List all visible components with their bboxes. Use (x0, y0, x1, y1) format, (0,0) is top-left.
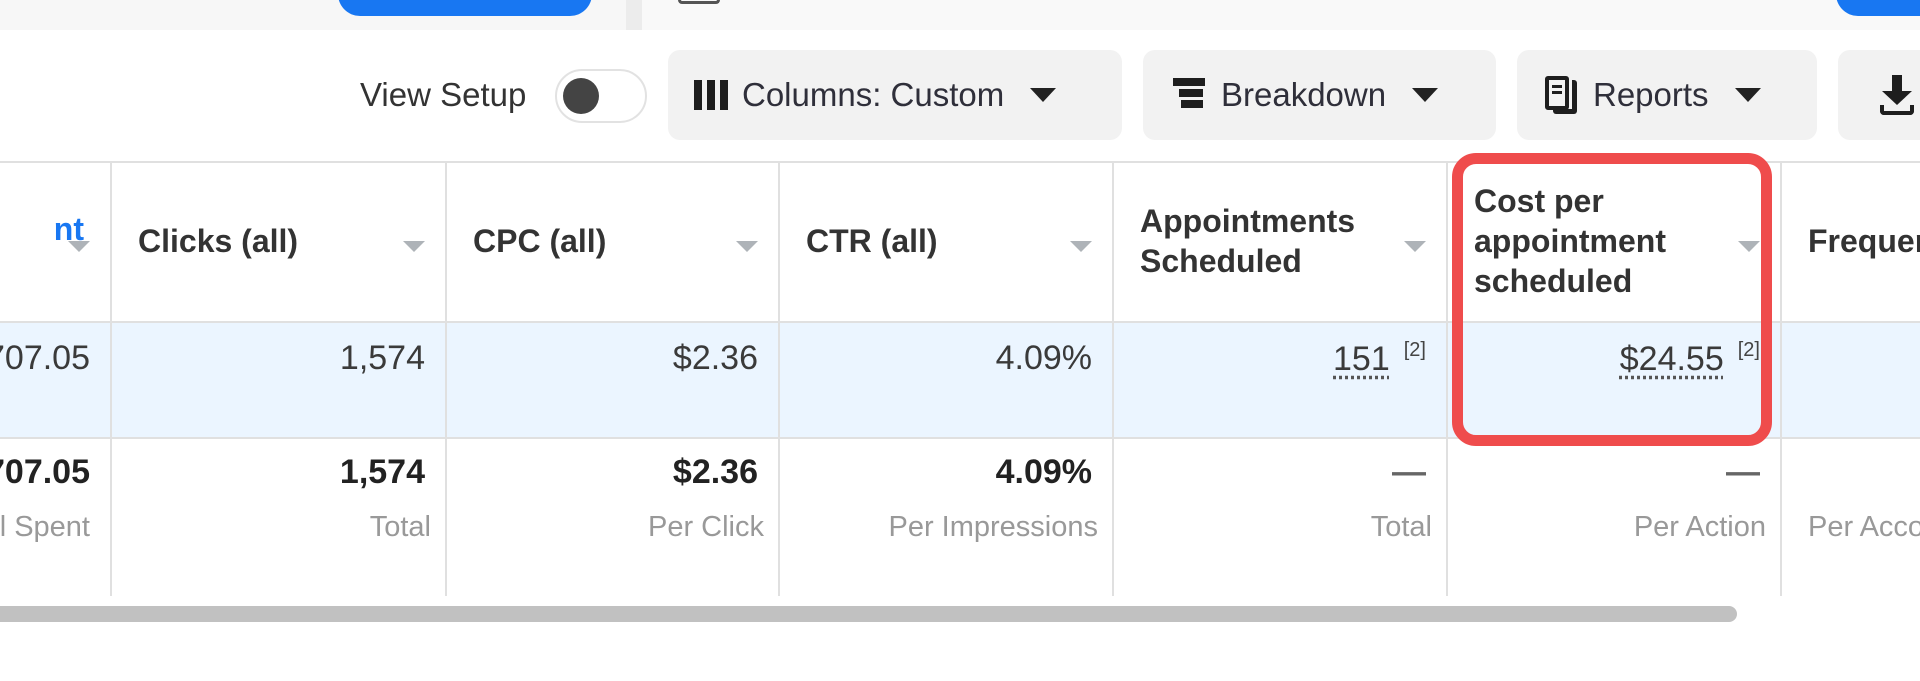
table-toolbar: View Setup Columns: Custom Breakdown Rep… (0, 50, 1920, 140)
cell-value: 1,574 (339, 339, 425, 377)
total-caption: Per Impressions (888, 511, 1098, 543)
total-caption: Per Action (1633, 511, 1766, 543)
totals-cell: 4.09% Per Impressions (780, 439, 1112, 596)
cell-value-wrap: $24.55 [2] (1620, 339, 1760, 379)
table-row[interactable] (1782, 323, 1920, 439)
cell-value[interactable]: $24.55 (1620, 340, 1724, 378)
header-line: Appointments (1140, 203, 1356, 239)
ads-metrics-table: nt 707.05 707.05 al Spent Clicks (all) 1… (0, 161, 1920, 596)
column-amount-spent: nt 707.05 707.05 al Spent (0, 163, 112, 596)
cell-value: 4.09% (995, 339, 1092, 377)
secondary-primary-button[interactable] (1836, 0, 1920, 16)
total-caption: Per Click (647, 511, 764, 543)
total-caption: Per Acco (1808, 511, 1920, 543)
panel-divider[interactable] (626, 0, 642, 30)
breakdown-icon (1173, 78, 1207, 112)
column-header-label[interactable]: Frequen (1808, 221, 1920, 261)
total-caption: Total (1370, 511, 1432, 543)
toggle-knob (563, 78, 599, 114)
cell-value[interactable]: 151 (1333, 340, 1390, 378)
total-caption: Total (369, 511, 431, 543)
sort-caret-icon[interactable] (1404, 241, 1426, 252)
total-value: 707.05 (0, 453, 90, 491)
cell-value: 707.05 (0, 339, 90, 377)
total-value: 4.09% (995, 453, 1092, 491)
table-row[interactable]: $2.36 (447, 323, 778, 439)
sort-caret-icon[interactable] (1070, 241, 1092, 252)
column-header-label[interactable]: Appointments Scheduled (1140, 201, 1355, 281)
total-caption: al Spent (0, 511, 90, 543)
download-icon (1880, 75, 1914, 115)
column-ctr-all: CTR (all) 4.09% 4.09% Per Impressions (780, 163, 1114, 596)
total-value: — (1726, 453, 1760, 491)
reports-label: Reports (1593, 76, 1709, 113)
view-setup-label: View Setup (360, 76, 527, 113)
column-header[interactable]: Appointments Scheduled (1114, 163, 1446, 323)
footnote-marker[interactable]: [2] (1404, 339, 1426, 362)
column-appointments-scheduled: Appointments Scheduled 151 [2] — Total (1114, 163, 1448, 596)
sort-caret-icon[interactable] (1738, 241, 1760, 252)
column-header[interactable]: Clicks (all) (112, 163, 445, 323)
primary-button[interactable] (338, 0, 592, 16)
total-value: — (1392, 453, 1426, 491)
table-row[interactable]: 151 [2] (1114, 323, 1446, 439)
breakdown-label: Breakdown (1221, 76, 1387, 113)
sort-caret-icon[interactable] (736, 241, 758, 252)
column-header[interactable]: CPC (all) (447, 163, 778, 323)
column-frequency: Frequen Per Acco (1782, 163, 1920, 596)
cell-value-wrap: 151 [2] (1333, 339, 1426, 379)
sort-caret-icon[interactable] (68, 241, 90, 252)
export-button[interactable] (1838, 50, 1920, 140)
top-right-panel (642, 0, 1920, 30)
chevron-down-icon (1734, 88, 1761, 102)
column-header[interactable]: CTR (all) (780, 163, 1112, 323)
cell-value: $2.36 (672, 339, 758, 377)
columns-label: Columns: Custom (742, 76, 1005, 113)
totals-cell: — Total (1114, 439, 1446, 596)
column-header[interactable]: Cost per appointment scheduled (1448, 163, 1780, 323)
column-header[interactable]: nt (0, 163, 110, 323)
column-header-label[interactable]: Cost per appointment scheduled (1474, 181, 1666, 301)
footnote-marker[interactable]: [2] (1738, 339, 1760, 362)
column-header[interactable]: Frequen (1782, 163, 1920, 323)
column-header-label[interactable]: CTR (all) (806, 221, 938, 261)
totals-cell: — Per Action (1448, 439, 1780, 596)
column-header-label[interactable]: Clicks (all) (138, 221, 298, 261)
horizontal-scrollbar[interactable] (0, 602, 1920, 624)
table-row[interactable]: $24.55 [2] (1448, 323, 1780, 439)
table-row[interactable]: 4.09% (780, 323, 1112, 439)
top-bar (0, 0, 1920, 30)
columns-button[interactable]: Columns: Custom (668, 50, 1122, 140)
column-cost-per-appointment-scheduled: Cost per appointment scheduled $24.55 [2]… (1448, 163, 1782, 596)
totals-cell: Per Acco (1782, 439, 1920, 596)
calendar-icon[interactable] (678, 0, 720, 4)
totals-cell: $2.36 Per Click (447, 439, 778, 596)
header-line: scheduled (1474, 263, 1633, 299)
columns-icon (694, 80, 728, 110)
chevron-down-icon (1030, 88, 1057, 102)
column-cpc-all: CPC (all) $2.36 $2.36 Per Click (447, 163, 780, 596)
header-line: Scheduled (1140, 243, 1302, 279)
total-value: $2.36 (672, 453, 758, 491)
table-row[interactable]: 707.05 (0, 323, 110, 439)
reports-icon (1545, 76, 1579, 114)
total-value: 1,574 (339, 453, 425, 491)
totals-cell: 1,574 Total (112, 439, 445, 596)
reports-button[interactable]: Reports (1517, 50, 1817, 140)
chevron-down-icon (1412, 88, 1439, 102)
totals-cell: 707.05 al Spent (0, 439, 110, 596)
breakdown-button[interactable]: Breakdown (1143, 50, 1496, 140)
header-line: Cost per (1474, 183, 1604, 219)
sort-caret-icon[interactable] (403, 241, 425, 252)
header-line: appointment (1474, 223, 1666, 259)
column-clicks-all: Clicks (all) 1,574 1,574 Total (112, 163, 447, 596)
view-setup-toggle[interactable] (555, 69, 647, 123)
column-header-label[interactable]: CPC (all) (473, 221, 606, 261)
scrollbar-thumb[interactable] (0, 606, 1737, 622)
table-row[interactable]: 1,574 (112, 323, 445, 439)
